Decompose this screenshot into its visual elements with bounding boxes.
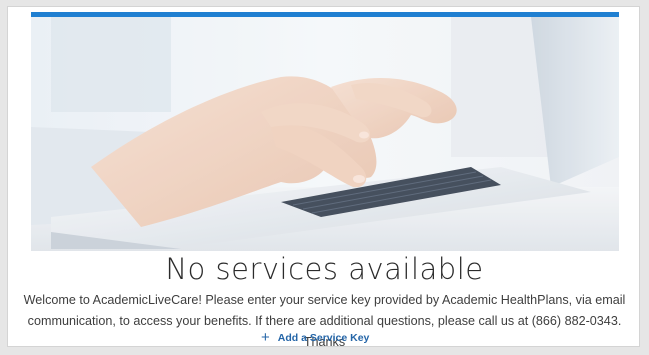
hero-image <box>31 17 619 251</box>
plus-icon: + <box>261 329 270 346</box>
add-service-key-label: Add a Service Key <box>277 332 370 344</box>
welcome-line: Welcome to AcademicLiveCare! Please ente… <box>23 293 626 307</box>
main-panel: No services available Welcome to Academi… <box>7 6 640 349</box>
add-service-key-link[interactable]: + Add a Service Key <box>261 330 369 346</box>
page-title: No services available <box>165 252 484 286</box>
